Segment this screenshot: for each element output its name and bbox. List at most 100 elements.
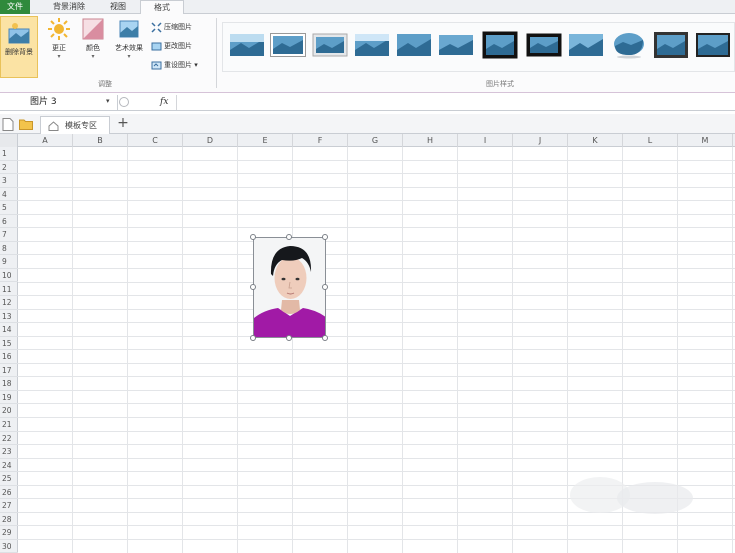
row-header-28[interactable]: 28 bbox=[0, 513, 18, 527]
row-gridline bbox=[18, 525, 735, 527]
column-header-k[interactable]: K bbox=[568, 134, 623, 147]
row-header-15[interactable]: 15 bbox=[0, 337, 18, 351]
column-header-b[interactable]: B bbox=[73, 134, 128, 147]
row-header-27[interactable]: 27 bbox=[0, 499, 18, 513]
tab-file[interactable]: 文件 bbox=[0, 0, 30, 14]
row-header-23[interactable]: 23 bbox=[0, 445, 18, 459]
picture-style-1[interactable] bbox=[229, 31, 265, 59]
row-header-21[interactable]: 21 bbox=[0, 418, 18, 432]
artistic-effects-button[interactable]: 艺术效果 ▾ bbox=[108, 17, 150, 61]
picture-style-2[interactable] bbox=[270, 31, 306, 59]
home-icon bbox=[48, 121, 59, 131]
row-header-12[interactable]: 12 bbox=[0, 296, 18, 310]
correct-button[interactable]: 更正 ▾ bbox=[44, 17, 74, 61]
row-header-8[interactable]: 8 bbox=[0, 242, 18, 256]
add-tab-button[interactable]: + bbox=[114, 116, 132, 132]
row-header-1[interactable]: 1 bbox=[0, 147, 18, 161]
template-zone-tab[interactable]: 模板专区 bbox=[40, 116, 110, 134]
row-header-9[interactable]: 9 bbox=[0, 255, 18, 269]
row-header-11[interactable]: 11 bbox=[0, 283, 18, 297]
row-header-10[interactable]: 10 bbox=[0, 269, 18, 283]
formula-input[interactable] bbox=[176, 95, 733, 110]
row-header-18[interactable]: 18 bbox=[0, 377, 18, 391]
reset-picture-icon bbox=[151, 61, 162, 69]
row-header-25[interactable]: 25 bbox=[0, 472, 18, 486]
chevron-down-icon[interactable]: ▾ bbox=[106, 94, 110, 109]
id-photo-picture[interactable] bbox=[253, 237, 326, 338]
row-header-2[interactable]: 2 bbox=[0, 161, 18, 175]
column-header-c[interactable]: C bbox=[128, 134, 183, 147]
fx-icon[interactable]: fx bbox=[160, 95, 168, 110]
resize-handle-bottom[interactable] bbox=[286, 335, 292, 341]
column-header-e[interactable]: E bbox=[238, 134, 293, 147]
resize-handle-right[interactable] bbox=[322, 284, 328, 290]
picture-style-8[interactable] bbox=[526, 31, 562, 59]
picture-style-10[interactable] bbox=[611, 31, 647, 59]
column-header-j[interactable]: J bbox=[513, 134, 568, 147]
picture-style-12[interactable] bbox=[695, 31, 731, 59]
picture-style-11[interactable] bbox=[653, 31, 689, 59]
picture-style-4[interactable] bbox=[354, 31, 390, 59]
reset-picture-button[interactable]: 重设图片 ▾ bbox=[151, 57, 198, 73]
column-header-h[interactable]: H bbox=[403, 134, 458, 147]
column-header-i[interactable]: I bbox=[458, 134, 513, 147]
row-header-19[interactable]: 19 bbox=[0, 391, 18, 405]
row-header-14[interactable]: 14 bbox=[0, 323, 18, 337]
resize-handle-top[interactable] bbox=[286, 234, 292, 240]
ribbon-panel: 删除背景 更正 ▾ 颜色 ▾ 艺术效果 ▾ 压缩图片 更改图片 重设图片 ▾ 调… bbox=[0, 14, 735, 93]
color-button[interactable]: 颜色 ▾ bbox=[78, 17, 108, 61]
column-header-a[interactable]: A bbox=[18, 134, 73, 147]
row-gridline bbox=[18, 254, 735, 256]
column-header-g[interactable]: G bbox=[348, 134, 403, 147]
picture-style-5[interactable] bbox=[396, 31, 432, 59]
name-box[interactable]: 图片 3 bbox=[0, 95, 118, 110]
column-header-d[interactable]: D bbox=[183, 134, 238, 147]
tab-background-removal[interactable]: 背景消除 bbox=[44, 0, 94, 14]
select-all-corner[interactable] bbox=[0, 134, 18, 147]
resize-handle-left[interactable] bbox=[250, 284, 256, 290]
row-header-29[interactable]: 29 bbox=[0, 526, 18, 540]
column-header-l[interactable]: L bbox=[623, 134, 678, 147]
row-header-4[interactable]: 4 bbox=[0, 188, 18, 202]
row-gridline bbox=[18, 362, 735, 364]
change-picture-button[interactable]: 更改图片 bbox=[151, 38, 192, 54]
resize-handle-top-right[interactable] bbox=[322, 234, 328, 240]
row-header-3[interactable]: 3 bbox=[0, 174, 18, 188]
artistic-effects-icon bbox=[119, 20, 139, 38]
row-header-6[interactable]: 6 bbox=[0, 215, 18, 229]
compress-picture-label: 压缩图片 bbox=[164, 23, 192, 31]
row-gridline bbox=[18, 349, 735, 351]
row-gridline bbox=[18, 200, 735, 202]
formula-bar: 图片 3 ▾ fx bbox=[0, 94, 735, 111]
row-header-16[interactable]: 16 bbox=[0, 350, 18, 364]
column-header-f[interactable]: F bbox=[293, 134, 348, 147]
artistic-effects-label: 艺术效果 bbox=[115, 44, 143, 52]
row-header-7[interactable]: 7 bbox=[0, 228, 18, 242]
portrait-photo bbox=[254, 238, 325, 337]
picture-style-3[interactable] bbox=[312, 31, 348, 59]
row-header-22[interactable]: 22 bbox=[0, 432, 18, 446]
remove-background-button[interactable]: 删除背景 bbox=[0, 16, 38, 78]
ribbon-tab-bar: 文件 背景消除 视图 格式 bbox=[0, 0, 735, 15]
row-header-20[interactable]: 20 bbox=[0, 404, 18, 418]
folder-icon[interactable] bbox=[19, 118, 33, 130]
picture-style-9[interactable] bbox=[568, 31, 604, 59]
picture-style-6[interactable] bbox=[438, 31, 474, 59]
new-document-icon[interactable] bbox=[2, 118, 14, 131]
resize-handle-bottom-left[interactable] bbox=[250, 335, 256, 341]
tab-format[interactable]: 格式 bbox=[140, 0, 184, 15]
zoom-icon[interactable] bbox=[119, 97, 129, 107]
row-header-13[interactable]: 13 bbox=[0, 310, 18, 324]
row-gridline bbox=[18, 403, 735, 405]
resize-handle-bottom-right[interactable] bbox=[322, 335, 328, 341]
compress-picture-button[interactable]: 压缩图片 bbox=[151, 19, 192, 35]
row-header-30[interactable]: 30 bbox=[0, 540, 18, 553]
column-header-m[interactable]: M bbox=[678, 134, 733, 147]
row-header-17[interactable]: 17 bbox=[0, 364, 18, 378]
row-header-5[interactable]: 5 bbox=[0, 201, 18, 215]
picture-style-7[interactable] bbox=[482, 31, 518, 59]
resize-handle-top-left[interactable] bbox=[250, 234, 256, 240]
tab-view[interactable]: 视图 bbox=[100, 0, 136, 14]
row-header-24[interactable]: 24 bbox=[0, 459, 18, 473]
row-header-26[interactable]: 26 bbox=[0, 486, 18, 500]
